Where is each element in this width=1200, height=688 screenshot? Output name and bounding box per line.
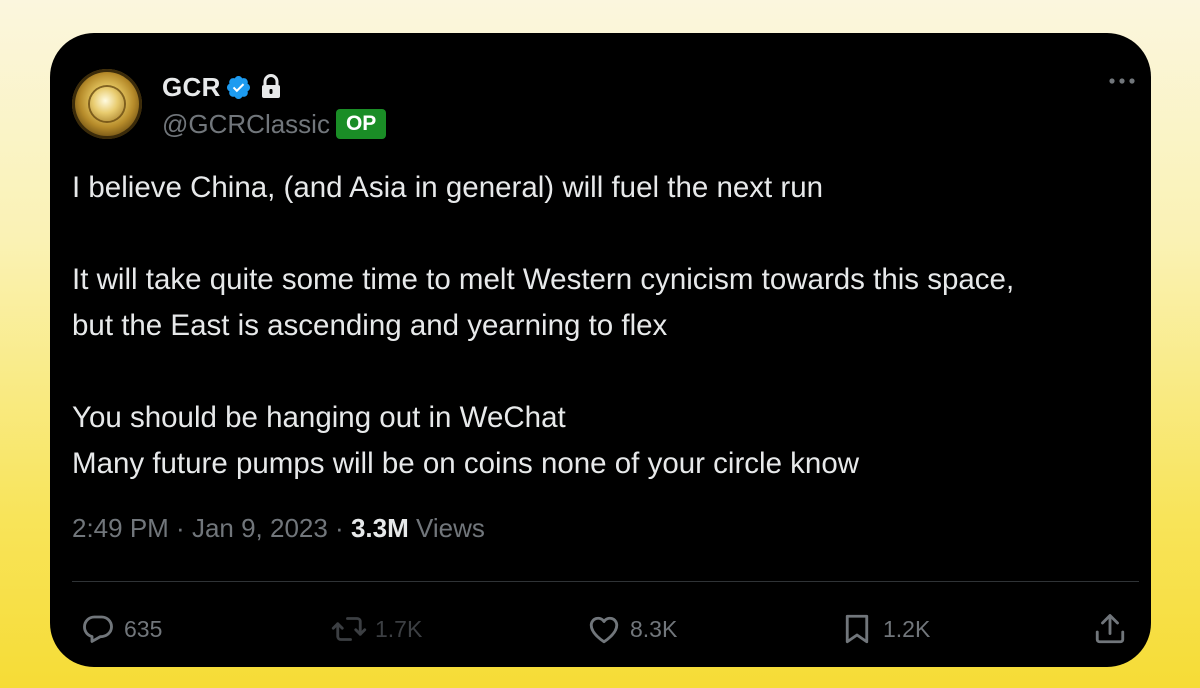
reply-count: 635: [124, 615, 163, 642]
like-button[interactable]: 8.3K: [586, 609, 677, 649]
reply-icon: [83, 615, 113, 643]
author-handle[interactable]: @GCRClassic: [162, 109, 330, 140]
avatar-coin-image: [90, 87, 124, 121]
share-button[interactable]: [1092, 609, 1128, 649]
author-handle-row: @GCRClassic OP: [162, 107, 387, 141]
heart-icon: [589, 616, 619, 644]
author-display-name[interactable]: GCR: [162, 72, 221, 103]
bookmark-icon: [845, 614, 869, 644]
tweet-card: GCR @GCRClassic OP I believe China, (and…: [50, 33, 1151, 667]
tweet-time[interactable]: 2:49 PM: [72, 513, 169, 544]
repost-button[interactable]: 1.7K: [331, 609, 422, 649]
avatar[interactable]: [72, 69, 142, 139]
more-options-icon[interactable]: [1105, 71, 1139, 91]
meta-separator: ·: [327, 513, 351, 543]
divider: [72, 581, 1139, 582]
author-name-row: GCR: [162, 71, 282, 103]
action-bar: 635 1.7K 8.3K 1.2K: [80, 609, 1140, 649]
meta-separator: ·: [168, 513, 192, 543]
bookmark-button[interactable]: 1.2K: [839, 609, 930, 649]
tweet-date[interactable]: Jan 9, 2023: [192, 513, 328, 544]
repost-count: 1.7K: [375, 615, 423, 642]
like-count: 8.3K: [630, 615, 678, 642]
views-label: Views: [408, 513, 485, 543]
bookmark-count: 1.2K: [883, 615, 931, 642]
repost-icon: [331, 617, 367, 641]
lock-icon: [260, 74, 282, 100]
tweet-text: I believe China, (and Asia in general) w…: [72, 171, 1015, 480]
reply-button[interactable]: 635: [80, 609, 162, 649]
share-icon: [1095, 614, 1125, 644]
verified-badge-icon[interactable]: [225, 74, 252, 101]
op-badge: OP: [335, 109, 387, 139]
tweet-meta: 2:49 PM · Jan 9, 2023 · 3.3M Views: [72, 513, 485, 544]
views-count[interactable]: 3.3M: [351, 513, 409, 544]
